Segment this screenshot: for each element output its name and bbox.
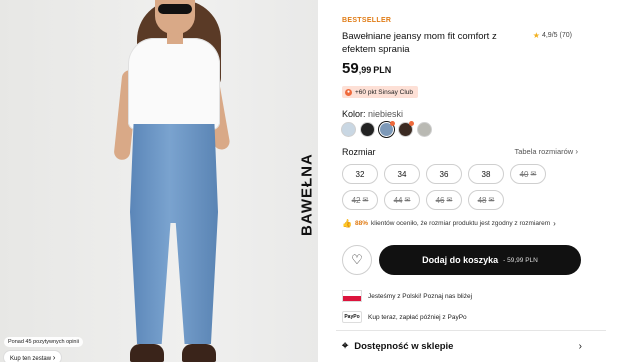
swatch-light-blue[interactable]: [342, 123, 355, 136]
store-availability-label: Dostępność w sklepie: [354, 341, 454, 352]
size-guide-text: Tabela rozmiarów: [514, 147, 574, 156]
size-option[interactable]: 32: [342, 164, 378, 184]
club-points-text: +60 pkt Sinsay Club: [355, 88, 413, 96]
size-option[interactable]: 48 ✉: [468, 190, 504, 210]
price-main: 59: [342, 60, 359, 77]
add-to-cart-button[interactable]: Dodaj do koszyka - 59,99 PLN: [379, 245, 581, 275]
size-guide-link[interactable]: Tabela rozmiarów ›: [514, 147, 578, 156]
paypo-logo: PayPo: [342, 311, 362, 323]
size-option[interactable]: 46 ✉: [426, 190, 462, 210]
chevron-right-icon: ›: [575, 147, 578, 156]
fit-info[interactable]: 👍 88% klientów oceniło, że rozmiar produ…: [342, 219, 556, 228]
star-icon: ★: [532, 31, 540, 40]
product-price: 59,99 PLN: [342, 60, 391, 77]
shop-look-button[interactable]: Kup ten zestaw ›: [4, 351, 62, 362]
thumbs-up-icon: 👍: [342, 219, 352, 228]
heart-icon: ♡: [351, 252, 363, 267]
rating-count: (70): [559, 32, 572, 39]
color-label: Kolor: niebieski: [342, 109, 403, 119]
fit-text: klientów oceniło, że rozmiar produktu je…: [370, 220, 551, 227]
mail-icon: ✉: [404, 197, 411, 204]
mail-icon: ✉: [446, 197, 453, 204]
fabric-label: BAWEŁNA: [298, 153, 316, 237]
swatch-grey[interactable]: [418, 123, 431, 136]
size-label: Rozmiar: [342, 147, 376, 157]
store-availability[interactable]: ⌖ Dostępność w sklepie ›: [342, 340, 582, 353]
location-pin-icon: ⌖: [342, 340, 349, 352]
chevron-right-icon: ›: [52, 353, 56, 362]
add-to-cart-price: - 59,99 PLN: [503, 256, 538, 264]
mail-icon: ✉: [530, 171, 537, 178]
mail-icon: ✉: [488, 197, 495, 204]
size-option[interactable]: 40 ✉: [510, 164, 546, 184]
swatch-blue[interactable]: [380, 121, 395, 136]
bestseller-badge: BESTSELLER: [342, 17, 392, 24]
chevron-right-icon: ›: [578, 341, 582, 352]
rating[interactable]: ★ 4,9/5 (70): [533, 31, 572, 40]
color-label-text: Kolor:: [342, 109, 366, 119]
swatch-black[interactable]: [361, 123, 374, 136]
swatch-dark-brown[interactable]: [399, 121, 414, 136]
mail-icon: ✉: [362, 197, 369, 204]
product-title: Bawełniane jeansy mom fit comfort z efek…: [342, 31, 497, 55]
rating-value: 4,9/5: [541, 32, 558, 39]
wishlist-button[interactable]: ♡: [342, 245, 372, 275]
paypo-text: Kup teraz, zapłać później z PayPo: [368, 313, 467, 321]
new-dot-icon: [409, 121, 414, 126]
origin-text: Jesteśmy z Polski! Poznaj nas bliżej: [368, 292, 473, 300]
poland-flag-icon: [342, 290, 362, 302]
size-option[interactable]: 42 ✉: [342, 190, 378, 210]
size-option[interactable]: 44 ✉: [384, 190, 420, 210]
size-option[interactable]: 38: [468, 164, 504, 184]
color-swatches: [342, 121, 431, 136]
product-page: BAWEŁNA Ponad 45 pozytywnych opinii Kup …: [0, 0, 620, 362]
add-to-cart-label: Dodaj do koszyka: [422, 255, 499, 265]
new-dot-icon: [390, 121, 395, 126]
paypo-info[interactable]: PayPo Kup teraz, zapłać później z PayPo: [342, 311, 467, 323]
origin-info[interactable]: Jesteśmy z Polski! Poznaj nas bliżej: [342, 290, 472, 302]
product-photo[interactable]: BAWEŁNA Ponad 45 pozytywnych opinii Kup …: [0, 0, 318, 362]
reviews-note: Ponad 45 pozytywnych opinii: [4, 337, 83, 347]
divider: [336, 330, 606, 331]
color-value: niebieski: [368, 109, 404, 119]
chevron-right-icon: ›: [553, 219, 556, 228]
price-decimal: ,99: [358, 65, 372, 75]
club-points-badge: ● +60 pkt Sinsay Club: [342, 86, 418, 98]
price-currency: PLN: [373, 65, 392, 75]
size-option[interactable]: 36: [426, 164, 462, 184]
club-coin-icon: ●: [345, 88, 352, 96]
size-options: 32 34 36 38 40 ✉ 42 ✉ 44 ✉ 46 ✉ 48 ✉: [342, 164, 546, 210]
product-details: BESTSELLER ★ 4,9/5 (70) Bawełniane jeans…: [318, 0, 620, 362]
size-option[interactable]: 34: [384, 164, 420, 184]
shop-look-label: Kup ten zestaw: [10, 356, 52, 362]
model-figure: [100, 0, 250, 362]
fit-percent: 88%: [354, 220, 368, 227]
